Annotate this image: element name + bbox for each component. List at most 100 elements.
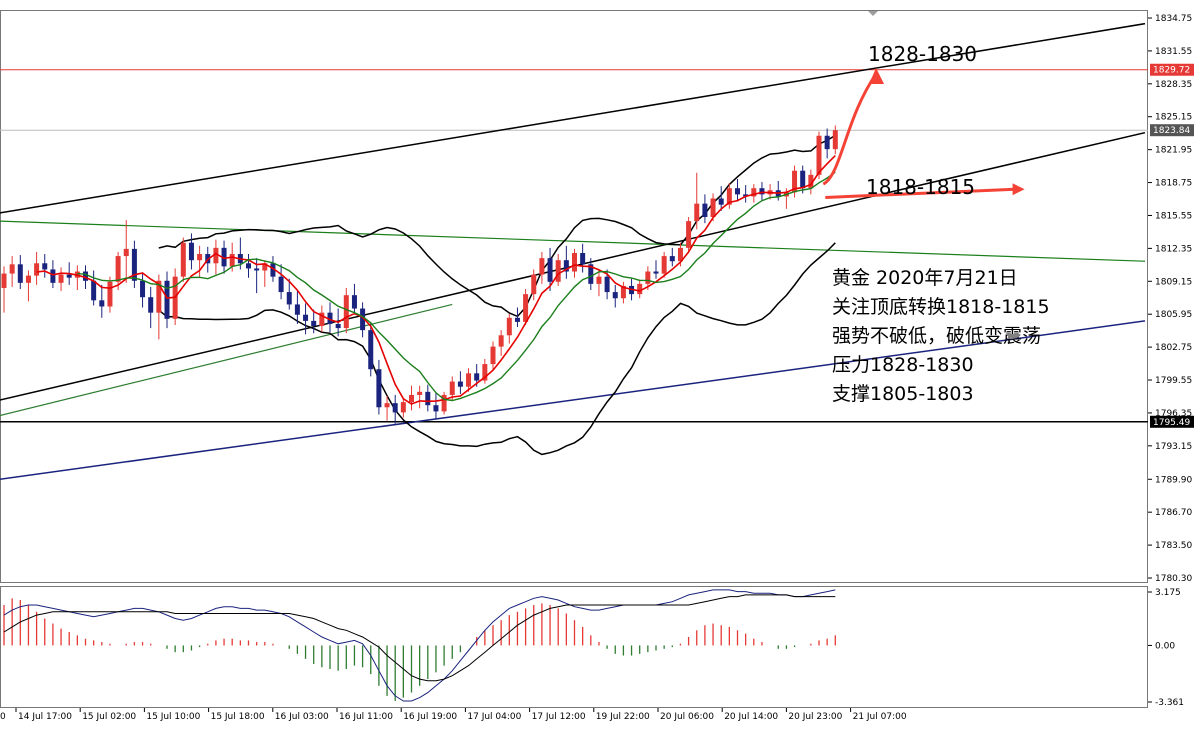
candle-body <box>580 253 586 265</box>
candle-body <box>661 256 667 274</box>
time-tick-label: 0 <box>0 712 6 722</box>
candle-body <box>278 276 284 293</box>
candle-body <box>457 381 463 387</box>
time-tick-label: 16 Jul 19:00 <box>403 712 457 722</box>
candle-body <box>824 135 830 150</box>
time-tick-label: 20 Jul 23:00 <box>788 712 842 722</box>
candle-body <box>9 264 15 274</box>
candle-body <box>702 203 708 218</box>
time-tick-label: 20 Jul 14:00 <box>724 712 778 722</box>
candle-body <box>123 248 129 257</box>
time-tick-label: 21 Jul 07:00 <box>853 712 907 722</box>
candle-body <box>376 369 382 408</box>
chart-stage: 3.175 0.00 -3.361 1834.75 1831.55 1828.35 182… <box>0 0 1196 726</box>
time-tick-label: 14 Jul 17:00 <box>18 712 72 722</box>
candle-body <box>188 242 194 261</box>
candle-body <box>286 292 292 305</box>
candle-body <box>58 274 64 283</box>
candle-body <box>400 402 406 413</box>
price-tick-label: 1805.95 <box>1155 310 1192 320</box>
note-line-5: 支撑1805-1803 <box>832 383 974 405</box>
candle-body <box>66 274 72 278</box>
candle-body <box>686 221 692 248</box>
candle-body <box>303 314 309 321</box>
candle-body <box>384 403 390 408</box>
price-tick-label: 1815.55 <box>1155 211 1192 221</box>
candle <box>180 237 186 282</box>
candle-body <box>50 269 56 283</box>
candle-body <box>311 320 317 327</box>
time-tick-label: 16 Jul 03:00 <box>275 712 329 722</box>
time-tick-label: 16 Jul 11:00 <box>339 712 393 722</box>
candle-body <box>254 268 260 271</box>
candle-body <box>34 263 40 276</box>
candle-body <box>417 391 423 395</box>
candle-body <box>498 335 504 347</box>
candle-body <box>637 283 643 295</box>
note-line-1: 黄金 2020年7月21日 <box>832 267 1018 289</box>
candle-body <box>449 381 455 395</box>
candle-body <box>466 373 472 387</box>
price-tag-label: 1795.49 <box>1153 418 1190 428</box>
candle-body <box>180 242 186 277</box>
price-tick-label: 1818.75 <box>1155 179 1192 189</box>
candle-body <box>25 275 31 283</box>
price-tick-label: 1828.35 <box>1155 80 1192 90</box>
candle-body <box>17 264 23 283</box>
support-zone-label: 1818-1815 <box>866 175 976 199</box>
price-tick-label: 1812.35 <box>1155 244 1192 254</box>
candle-body <box>351 295 357 309</box>
price-tick-label: 1780.30 <box>1155 574 1192 584</box>
candle-body <box>83 271 88 281</box>
price-tick-label: 1802.75 <box>1155 343 1192 353</box>
candle-body <box>816 135 822 175</box>
candle-body <box>148 297 154 313</box>
candle <box>686 217 692 251</box>
candle-body <box>99 300 105 307</box>
candle-body <box>197 254 203 261</box>
price-tick-label: 1783.50 <box>1155 541 1192 551</box>
price-tick-label: 1786.70 <box>1155 508 1192 518</box>
analysis-note: 黄金 2020年7月21日 关注顶底转换1818-1815 强势不破低，破低变震… <box>832 264 1092 409</box>
candle-body <box>474 373 480 381</box>
time-tick-label: 19 Jul 22:00 <box>596 712 650 722</box>
candle-body <box>531 274 537 295</box>
price-tick-label: 1834.75 <box>1155 14 1192 24</box>
candle-body <box>140 280 146 298</box>
price-tick-label: 1809.15 <box>1155 277 1192 287</box>
candle-body <box>523 294 529 322</box>
time-tick-label: 15 Jul 18:00 <box>211 712 265 722</box>
price-tag-label: 1829.72 <box>1153 66 1190 76</box>
candle-body <box>368 330 374 370</box>
candle-body <box>547 258 553 282</box>
note-line-3: 强势不破低，破低变震荡 <box>832 325 1042 347</box>
candle-body <box>392 403 398 413</box>
candle-body <box>294 304 300 315</box>
candle <box>441 391 447 415</box>
candle-body <box>1 273 7 288</box>
time-tick-label: 15 Jul 02:00 <box>82 712 136 722</box>
candle-body <box>604 276 610 293</box>
candle-body <box>572 253 577 272</box>
candle-body <box>506 317 512 336</box>
candle-body <box>718 198 724 205</box>
target-label: 1828-1830 <box>868 42 978 66</box>
candle-body <box>653 271 659 274</box>
price-tick-label: 1831.55 <box>1155 47 1192 57</box>
price-tick-label: 1825.15 <box>1155 113 1192 123</box>
candle-body <box>91 280 97 301</box>
candle-body <box>229 254 235 267</box>
candle-body <box>343 295 349 329</box>
candle-body <box>107 281 113 307</box>
candle-body <box>735 188 740 195</box>
candle-body <box>645 271 651 284</box>
price-tick-label: 1821.95 <box>1155 146 1192 156</box>
time-tick-label: 15 Jul 10:00 <box>146 712 200 722</box>
candle-body <box>514 317 520 322</box>
candle-body <box>425 391 431 406</box>
price-tick-label: 1793.15 <box>1155 442 1192 452</box>
candle-body <box>555 260 561 282</box>
candle-body <box>490 346 496 365</box>
candle-body <box>539 258 545 275</box>
price-tag-label: 1823.84 <box>1153 126 1190 136</box>
